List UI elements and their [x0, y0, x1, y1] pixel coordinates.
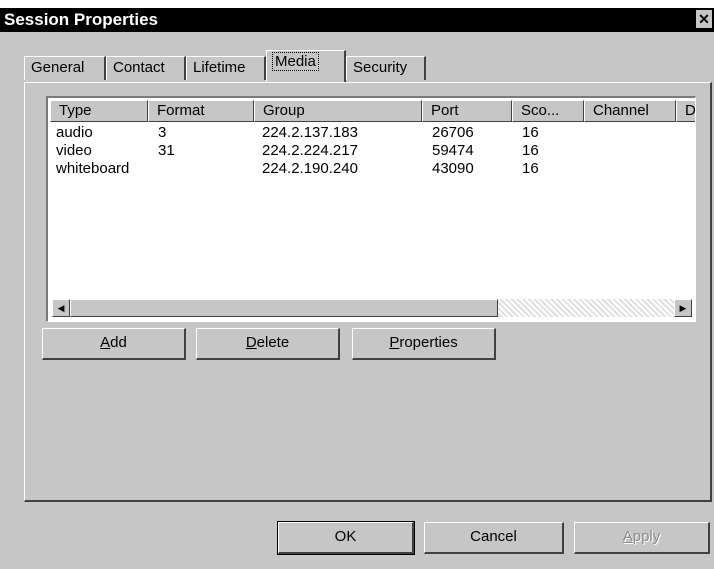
tab-lifetime-label: Lifetime	[193, 59, 246, 76]
cell-group: 224.2.137.183	[262, 124, 358, 141]
column-header-format[interactable]: Format	[148, 100, 254, 122]
close-icon[interactable]: ✕	[696, 10, 712, 28]
properties-button-label: Properties	[389, 334, 458, 351]
tab-contact[interactable]: Contact	[106, 56, 186, 80]
column-header-type[interactable]: Type	[50, 100, 148, 122]
apply-button-label: Apply	[622, 528, 661, 545]
scroll-left-icon[interactable]: ◀	[52, 299, 70, 317]
ok-button-label: OK	[334, 528, 357, 545]
cancel-button-label: Cancel	[470, 528, 517, 545]
cell-port: 43090	[432, 160, 474, 177]
cell-type: video	[56, 142, 92, 159]
tab-security-label: Security	[353, 59, 408, 76]
media-list[interactable]: Type Format Group Port Sco... Channel D …	[46, 96, 696, 322]
add-button[interactable]: Add	[42, 328, 186, 360]
tab-lifetime[interactable]: Lifetime	[186, 56, 266, 80]
delete-button[interactable]: Delete	[196, 328, 340, 360]
tab-media-label: Media	[272, 52, 319, 71]
column-header-d[interactable]: D	[676, 100, 695, 122]
cell-scope: 16	[522, 142, 539, 159]
column-header-port[interactable]: Port	[422, 100, 512, 122]
cell-port: 26706	[432, 124, 474, 141]
delete-button-label: Delete	[245, 334, 290, 351]
tab-contact-label: Contact	[113, 59, 165, 76]
cell-format: 31	[158, 142, 175, 159]
window-title: Session Properties	[4, 10, 159, 29]
cancel-button[interactable]: Cancel	[424, 522, 564, 554]
column-header-scope[interactable]: Sco...	[512, 100, 584, 122]
cell-type: whiteboard	[56, 160, 130, 177]
session-properties-dialog: Session Properties ✕ General Contact Lif…	[0, 8, 714, 569]
tab-general-label: General	[31, 59, 85, 76]
ok-button[interactable]: OK	[277, 521, 415, 555]
cell-format: 3	[158, 124, 167, 141]
scroll-thumb[interactable]	[70, 299, 498, 317]
scroll-right-icon[interactable]: ▶	[674, 299, 692, 317]
cell-group: 224.2.224.217	[262, 142, 358, 159]
apply-button[interactable]: Apply	[574, 522, 710, 554]
properties-button[interactable]: Properties	[352, 328, 496, 360]
cell-type: audio	[56, 124, 93, 141]
add-button-label: Add	[100, 334, 127, 351]
tab-security[interactable]: Security	[346, 56, 426, 80]
column-header-group[interactable]: Group	[254, 100, 422, 122]
tab-media[interactable]: Media	[266, 50, 346, 82]
table-row[interactable]: video 31 224.2.224.217 59474 16	[48, 142, 694, 160]
table-row[interactable]: whiteboard 224.2.190.240 43090 16	[48, 160, 694, 178]
cell-port: 59474	[432, 142, 474, 159]
table-row[interactable]: audio 3 224.2.137.183 26706 16	[48, 124, 694, 142]
column-header-channel[interactable]: Channel	[584, 100, 676, 122]
title-bar[interactable]: Session Properties ✕	[0, 8, 714, 32]
cell-scope: 16	[522, 160, 539, 177]
tab-general[interactable]: General	[24, 56, 106, 80]
cell-group: 224.2.190.240	[262, 160, 358, 177]
horizontal-scrollbar[interactable]: ◀ ▶	[52, 299, 692, 319]
cell-scope: 16	[522, 124, 539, 141]
